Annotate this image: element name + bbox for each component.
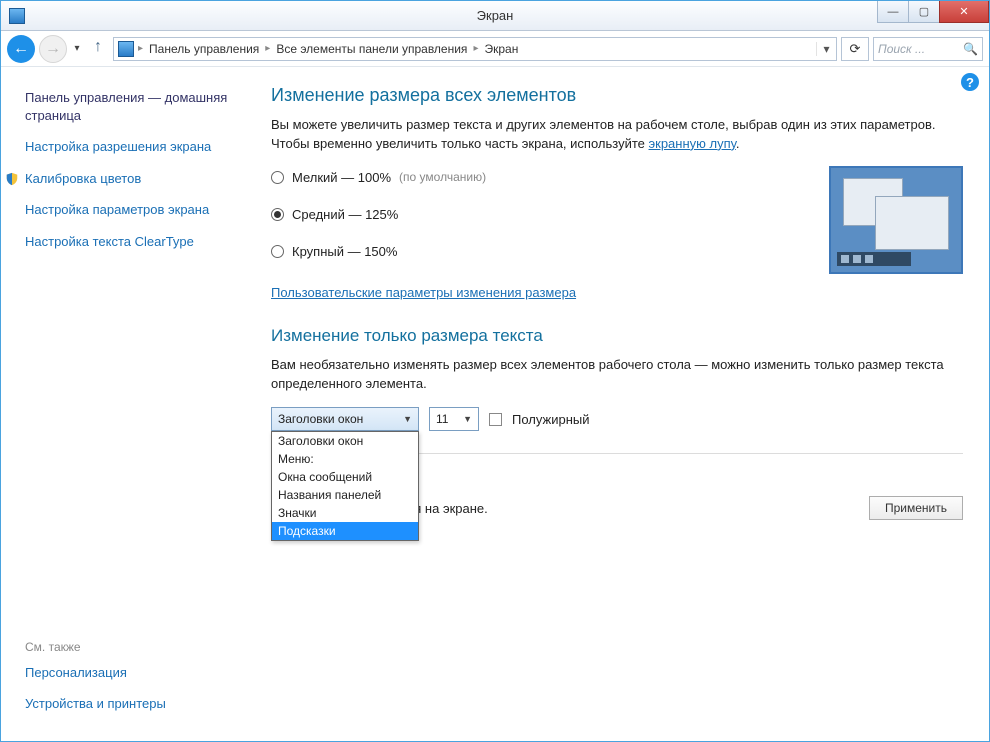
- intro-text: Вы можете увеличить размер текста и друг…: [271, 116, 963, 154]
- radio-icon: [271, 208, 284, 221]
- maximize-button[interactable]: ▢: [908, 1, 940, 23]
- dropdown-option[interactable]: Окна сообщений: [272, 468, 418, 486]
- radio-icon: [271, 171, 284, 184]
- radio-large[interactable]: Крупный — 150%: [271, 244, 799, 259]
- dropdown-option[interactable]: Значки: [272, 504, 418, 522]
- search-input[interactable]: Поиск ... 🔍: [873, 37, 983, 61]
- help-icon[interactable]: ?: [961, 73, 979, 91]
- sidebar-item-display-settings[interactable]: Настройка параметров экрана: [25, 201, 247, 219]
- breadcrumb[interactable]: Панель управления: [143, 42, 265, 56]
- content: Панель управления — домашняя страница На…: [1, 67, 989, 741]
- titlebar: Экран — ▢ ✕: [1, 1, 989, 31]
- breadcrumb[interactable]: Экран: [478, 42, 524, 56]
- font-size-combobox[interactable]: 11 ▼: [429, 407, 479, 431]
- bold-label: Полужирный: [512, 412, 590, 427]
- magnifier-link[interactable]: экранную лупу: [649, 136, 736, 151]
- radio-medium[interactable]: Средний — 125%: [271, 207, 799, 222]
- text-only-desc: Вам необязательно изменять размер всех э…: [271, 356, 963, 394]
- breadcrumb[interactable]: Все элементы панели управления: [270, 42, 473, 56]
- window-title: Экран: [477, 8, 514, 23]
- see-also-devices-printers[interactable]: Устройства и принтеры: [25, 695, 247, 713]
- dropdown-option[interactable]: Подсказки: [272, 522, 418, 540]
- sidebar-item-cleartype[interactable]: Настройка текста ClearType: [25, 233, 247, 251]
- dropdown-option[interactable]: Меню:: [272, 450, 418, 468]
- search-icon: 🔍: [963, 42, 978, 56]
- radio-small[interactable]: Мелкий — 100% (по умолчанию): [271, 170, 799, 185]
- custom-sizing-link[interactable]: Пользовательские параметры изменения раз…: [271, 285, 576, 300]
- minimize-button[interactable]: —: [877, 1, 909, 23]
- close-button[interactable]: ✕: [939, 1, 989, 23]
- see-also-personalization[interactable]: Персонализация: [25, 664, 247, 682]
- address-bar[interactable]: ▸ Панель управления ▸ Все элементы панел…: [113, 37, 837, 61]
- see-also-label: См. также: [25, 640, 247, 654]
- dropdown-option[interactable]: Заголовки окон: [272, 432, 418, 450]
- apply-button[interactable]: Применить: [869, 496, 963, 520]
- nav-up-button[interactable]: ↑: [87, 38, 109, 60]
- heading-size-all: Изменение размера всех элементов: [271, 85, 963, 106]
- nav-back-button[interactable]: ←: [7, 35, 35, 63]
- chevron-down-icon: ▼: [403, 414, 412, 424]
- window-controls: — ▢ ✕: [878, 1, 989, 23]
- app-icon: [9, 8, 25, 24]
- radio-icon: [271, 245, 284, 258]
- dropdown-option[interactable]: Названия панелей: [272, 486, 418, 504]
- nav-history-dropdown[interactable]: ▾: [71, 43, 83, 54]
- chevron-down-icon: ▼: [463, 414, 472, 424]
- size-radio-group: Мелкий — 100% (по умолчанию) Средний — 1…: [271, 170, 799, 281]
- bold-checkbox[interactable]: [489, 413, 502, 426]
- sidebar: Панель управления — домашняя страница На…: [1, 67, 261, 741]
- navbar: ← → ▾ ↑ ▸ Панель управления ▸ Все элемен…: [1, 31, 989, 67]
- search-placeholder: Поиск ...: [878, 42, 963, 56]
- shield-icon: [5, 172, 19, 186]
- address-dropdown[interactable]: ▾: [816, 42, 836, 56]
- nav-forward-button[interactable]: →: [39, 35, 67, 63]
- preview-image: [829, 166, 963, 274]
- heading-text-only: Изменение только размера текста: [271, 326, 963, 346]
- location-icon: [118, 41, 134, 57]
- main: ? Изменение размера всех элементов Вы мо…: [261, 67, 989, 741]
- control-panel-home-link[interactable]: Панель управления — домашняя страница: [25, 89, 247, 124]
- refresh-button[interactable]: ⟳: [841, 37, 869, 61]
- sidebar-item-resolution[interactable]: Настройка разрешения экрана: [25, 138, 247, 156]
- sidebar-item-color-calibration[interactable]: Калибровка цветов: [5, 170, 247, 188]
- element-dropdown-list: Заголовки окон Меню: Окна сообщений Назв…: [271, 431, 419, 541]
- sidebar-item-label: Калибровка цветов: [25, 170, 141, 188]
- element-combobox[interactable]: Заголовки окон ▼: [271, 407, 419, 431]
- text-size-controls: Заголовки окон ▼ 11 ▼ Полужирный Заголов…: [271, 407, 963, 431]
